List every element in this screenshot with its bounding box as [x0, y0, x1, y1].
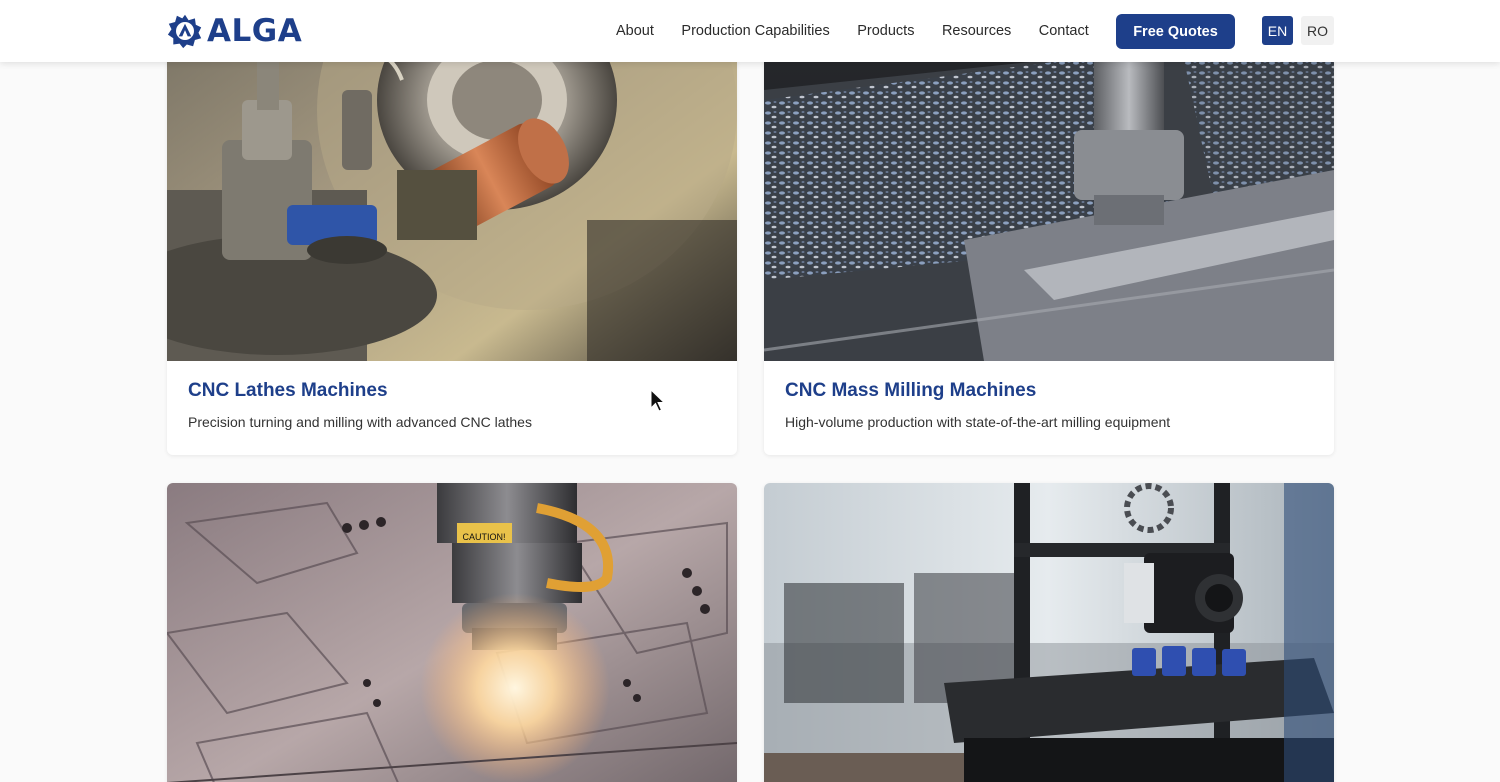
- card-description: High-volume production with state-of-the…: [785, 414, 1171, 430]
- lang-en-button[interactable]: EN: [1262, 16, 1293, 45]
- laser-cutting-image: CAUTION!: [167, 483, 737, 782]
- logo-link[interactable]: ALGA: [167, 12, 302, 50]
- nav-production-capabilities[interactable]: Production Capabilities: [681, 23, 829, 39]
- logo-text: ALGA: [207, 13, 303, 49]
- alga-logo-icon: [167, 14, 202, 49]
- card-cnc-mass-milling[interactable]: CNC Mass Milling Machines High-volume pr…: [764, 0, 1334, 455]
- site-header: ALGA About Production Capabilities Produ…: [0, 0, 1500, 62]
- caution-label: CAUTION!: [462, 532, 505, 542]
- nav-contact[interactable]: Contact: [1039, 23, 1089, 39]
- 3d-printer-image: [764, 483, 1334, 782]
- card-laser-cutting[interactable]: CAUTION!: [167, 483, 737, 782]
- card-cnc-lathes[interactable]: CNC Lathes Machines Precision turning an…: [167, 0, 737, 455]
- nav-about[interactable]: About: [616, 23, 654, 39]
- main-nav: About Production Capabilities Products R…: [616, 0, 1116, 62]
- mouse-cursor-icon: [650, 389, 666, 412]
- nav-products[interactable]: Products: [857, 23, 914, 39]
- nav-resources[interactable]: Resources: [942, 23, 1011, 39]
- card-title: CNC Mass Milling Machines: [785, 380, 1037, 401]
- page: ALGA About Production Capabilities Produ…: [0, 0, 1500, 782]
- card-title: CNC Lathes Machines: [188, 380, 388, 401]
- lang-ro-button[interactable]: RO: [1301, 16, 1334, 45]
- card-3d-printing[interactable]: [764, 483, 1334, 782]
- language-switcher: EN RO: [1262, 16, 1334, 45]
- free-quotes-button[interactable]: Free Quotes: [1116, 14, 1235, 49]
- card-description: Precision turning and milling with advan…: [188, 414, 532, 430]
